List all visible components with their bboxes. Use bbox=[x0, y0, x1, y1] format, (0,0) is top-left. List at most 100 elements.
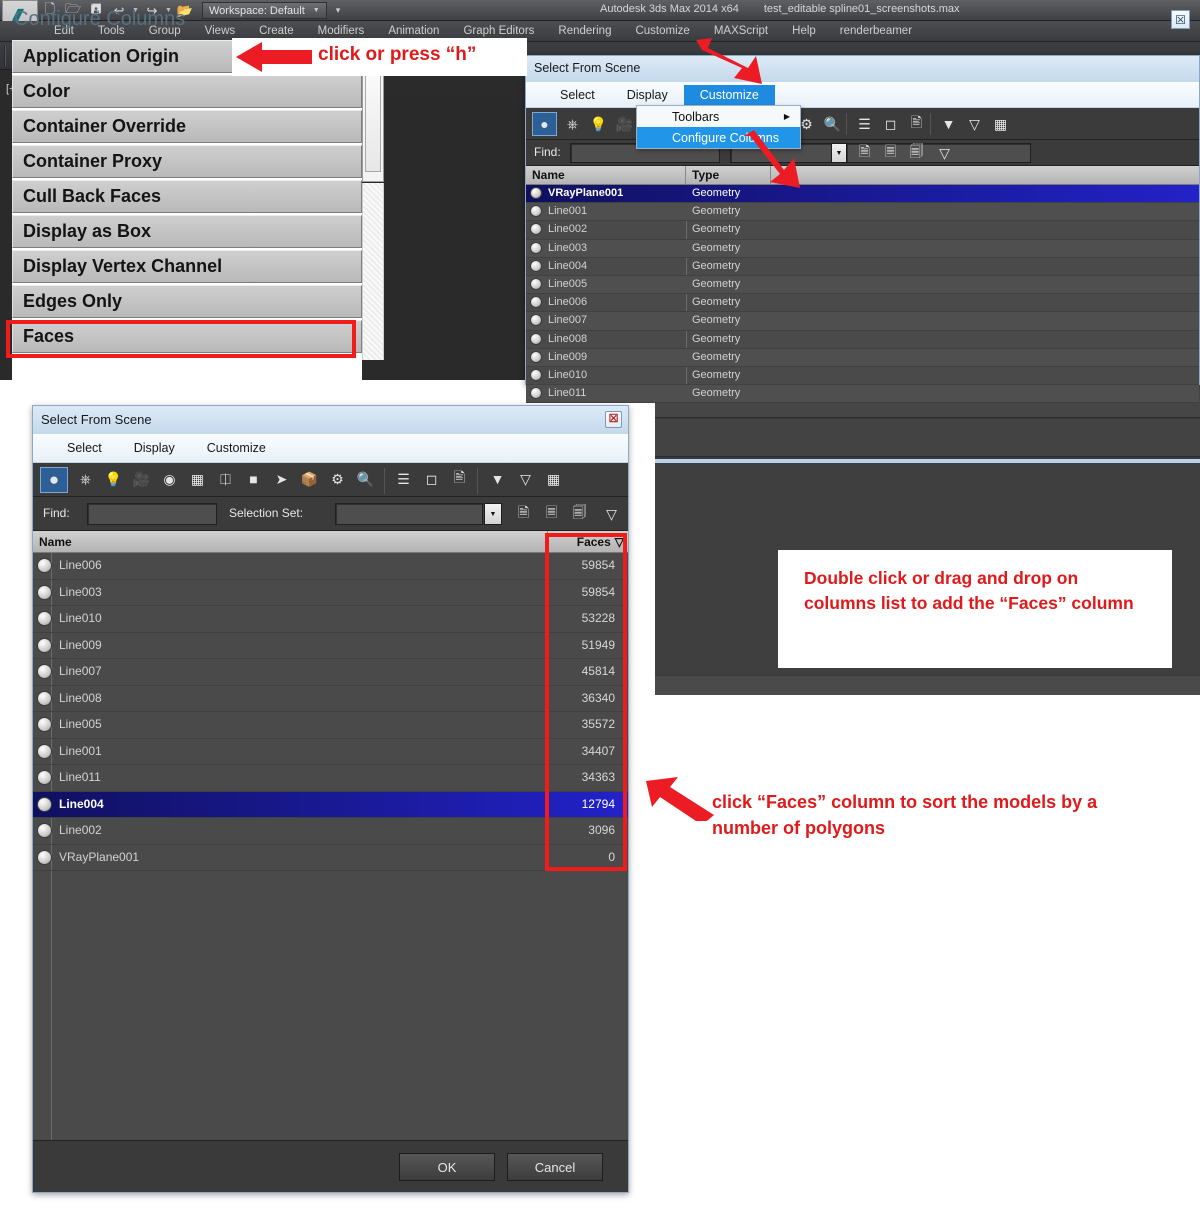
menu-customize[interactable]: Customize bbox=[683, 84, 775, 105]
selection-set-input[interactable] bbox=[335, 503, 483, 525]
object-visibility-bulb-icon[interactable] bbox=[530, 259, 542, 272]
table-row[interactable]: VRayPlane001 0 bbox=[33, 845, 628, 871]
display-bones-icon[interactable]: ➤ bbox=[269, 467, 294, 491]
object-visibility-bulb-icon[interactable] bbox=[37, 664, 52, 679]
scrollbar-thumb[interactable] bbox=[365, 67, 381, 172]
object-visibility-bulb-icon[interactable] bbox=[530, 332, 542, 345]
object-visibility-bulb-icon[interactable] bbox=[37, 849, 52, 865]
object-visibility-bulb-icon[interactable] bbox=[530, 241, 542, 254]
menu-item-toolbars[interactable]: Toolbars ▶ bbox=[637, 106, 800, 127]
filter-settings-icon[interactable]: ▽ bbox=[513, 467, 538, 491]
display-containers-icon[interactable]: 📦 bbox=[297, 467, 322, 491]
column-header-name[interactable]: Name bbox=[33, 531, 548, 552]
cancel-button[interactable]: Cancel bbox=[507, 1153, 603, 1181]
qat-overflow-icon[interactable]: ▾ bbox=[336, 5, 341, 16]
object-visibility-bulb-icon[interactable] bbox=[37, 796, 52, 812]
table-row[interactable]: Line008 Geometry bbox=[526, 331, 1199, 349]
select-set-remove-icon[interactable]: 🗏 bbox=[878, 141, 903, 165]
table-row[interactable]: Line005 Geometry bbox=[526, 275, 1199, 295]
object-visibility-bulb-icon[interactable] bbox=[37, 558, 52, 573]
display-helpers-icon[interactable]: ◉ bbox=[157, 467, 182, 491]
table-row[interactable]: Line011 Geometry bbox=[526, 385, 1199, 403]
configure-columns-item[interactable]: Container Proxy bbox=[12, 145, 362, 178]
table-row[interactable]: Line010 Geometry bbox=[526, 367, 1199, 386]
object-list-main[interactable]: Line006 59854 Line003 59854 Line010 53228 Line… bbox=[33, 553, 628, 1182]
table-row[interactable]: Line007 Geometry bbox=[526, 312, 1199, 331]
object-visibility-bulb-icon[interactable] bbox=[530, 350, 542, 363]
object-visibility-bulb-icon[interactable] bbox=[37, 584, 52, 600]
display-unselected-icon[interactable]: 🔍 bbox=[820, 112, 845, 136]
display-geometry-icon[interactable]: ⎈ bbox=[560, 112, 585, 136]
configure-columns-item[interactable]: Color bbox=[12, 75, 362, 108]
display-selected-icon[interactable]: ⚙ bbox=[325, 467, 350, 491]
filter-icon[interactable]: ▼ bbox=[936, 112, 961, 136]
close-icon[interactable]: ☒ bbox=[605, 411, 622, 428]
detail-view-icon[interactable]: 🖹 bbox=[904, 112, 929, 136]
workspace-selector[interactable]: Workspace: Default ▼ bbox=[202, 2, 327, 19]
list-view-icon[interactable]: ☰ bbox=[391, 467, 416, 491]
table-row[interactable]: Line009 51949 bbox=[33, 633, 628, 659]
select-from-scene-dialog-top[interactable]: Select From Scene Select Display Customi… bbox=[525, 55, 1200, 403]
object-visibility-bulb-icon[interactable] bbox=[530, 314, 542, 327]
table-row[interactable]: Line006 59854 bbox=[33, 553, 628, 580]
configure-columns-item[interactable]: Cull Back Faces bbox=[12, 180, 362, 213]
column-options-icon[interactable]: ▦ bbox=[541, 467, 566, 491]
menu-display[interactable]: Display bbox=[611, 85, 684, 105]
menu-select[interactable]: Select bbox=[51, 438, 118, 458]
object-visibility-bulb-icon[interactable] bbox=[37, 770, 52, 785]
column-options-icon[interactable]: ▦ bbox=[988, 112, 1013, 136]
display-all-icon[interactable]: ● bbox=[532, 112, 557, 136]
display-cameras-icon[interactable]: 🎥 bbox=[612, 112, 637, 136]
object-visibility-bulb-icon[interactable] bbox=[530, 387, 542, 400]
display-space-warps-icon[interactable]: ▦ bbox=[185, 467, 210, 491]
menu-help[interactable]: Help bbox=[780, 21, 828, 42]
filter-settings-icon[interactable]: ▽ bbox=[962, 112, 987, 136]
display-all-icon[interactable]: ● bbox=[40, 467, 68, 493]
filter-icon[interactable]: ▼ bbox=[485, 467, 510, 491]
configure-columns-item[interactable]: Display Vertex Channel bbox=[12, 250, 362, 283]
detail-view-icon[interactable]: 🖹 bbox=[447, 467, 472, 491]
table-row[interactable]: Line001 Geometry bbox=[526, 203, 1199, 222]
select-set-add-icon[interactable]: 🗎 bbox=[511, 502, 536, 526]
column-header-name[interactable]: Name bbox=[526, 166, 686, 184]
object-visibility-bulb-icon[interactable] bbox=[37, 743, 52, 759]
display-groups-icon[interactable]: ⎅ bbox=[213, 467, 238, 491]
table-row[interactable]: Line003 Geometry bbox=[526, 239, 1199, 258]
object-visibility-bulb-icon[interactable] bbox=[37, 717, 52, 732]
object-visibility-bulb-icon[interactable] bbox=[37, 611, 52, 626]
select-set-edit-icon[interactable]: 🗐 bbox=[567, 502, 592, 526]
menu-customize[interactable]: Customize bbox=[191, 438, 282, 458]
object-visibility-bulb-icon[interactable] bbox=[37, 823, 52, 838]
table-row[interactable]: Line007 45814 bbox=[33, 659, 628, 686]
table-row[interactable]: Line004 Geometry bbox=[526, 258, 1199, 276]
find-filter-icon[interactable]: ▽ bbox=[599, 502, 624, 526]
column-header-faces[interactable]: Faces ▽ bbox=[548, 531, 628, 552]
object-visibility-bulb-icon[interactable] bbox=[530, 187, 542, 199]
table-row[interactable]: Line010 53228 bbox=[33, 606, 628, 633]
display-geometry-icon[interactable]: ⎈ bbox=[73, 467, 98, 491]
panel-view-icon[interactable]: ◻ bbox=[419, 467, 444, 491]
object-visibility-bulb-icon[interactable] bbox=[530, 205, 542, 218]
panel-view-icon[interactable]: ◻ bbox=[878, 112, 903, 136]
table-row[interactable]: Line002 Geometry bbox=[526, 221, 1199, 240]
table-row[interactable]: Line011 34363 bbox=[33, 765, 628, 792]
chevron-down-icon[interactable]: ▼ bbox=[831, 143, 847, 163]
display-unselected-icon[interactable]: 🔍 bbox=[353, 467, 378, 491]
display-lights-icon[interactable]: 💡 bbox=[586, 112, 611, 136]
menu-renderbeamer[interactable]: renderbeamer bbox=[828, 21, 924, 42]
table-row[interactable]: Line001 34407 bbox=[33, 739, 628, 765]
table-row[interactable]: Line003 59854 bbox=[33, 580, 628, 606]
find-input[interactable] bbox=[87, 503, 217, 525]
object-visibility-bulb-icon[interactable] bbox=[37, 637, 52, 653]
table-row[interactable]: Line005 35572 bbox=[33, 712, 628, 739]
table-row[interactable]: Line008 36340 bbox=[33, 686, 628, 712]
object-visibility-bulb-icon[interactable] bbox=[530, 277, 542, 290]
display-xrefs-icon[interactable]: ■ bbox=[241, 467, 266, 491]
configure-columns-item[interactable]: Faces bbox=[12, 320, 362, 353]
find-filter-icon[interactable]: ▽ bbox=[932, 141, 957, 165]
object-visibility-bulb-icon[interactable] bbox=[37, 690, 52, 706]
menu-select[interactable]: Select bbox=[544, 85, 611, 105]
chevron-down-icon[interactable]: ▼ bbox=[484, 503, 502, 525]
configure-columns-item[interactable]: Edges Only bbox=[12, 285, 362, 318]
display-lights-icon[interactable]: 💡 bbox=[101, 467, 126, 491]
